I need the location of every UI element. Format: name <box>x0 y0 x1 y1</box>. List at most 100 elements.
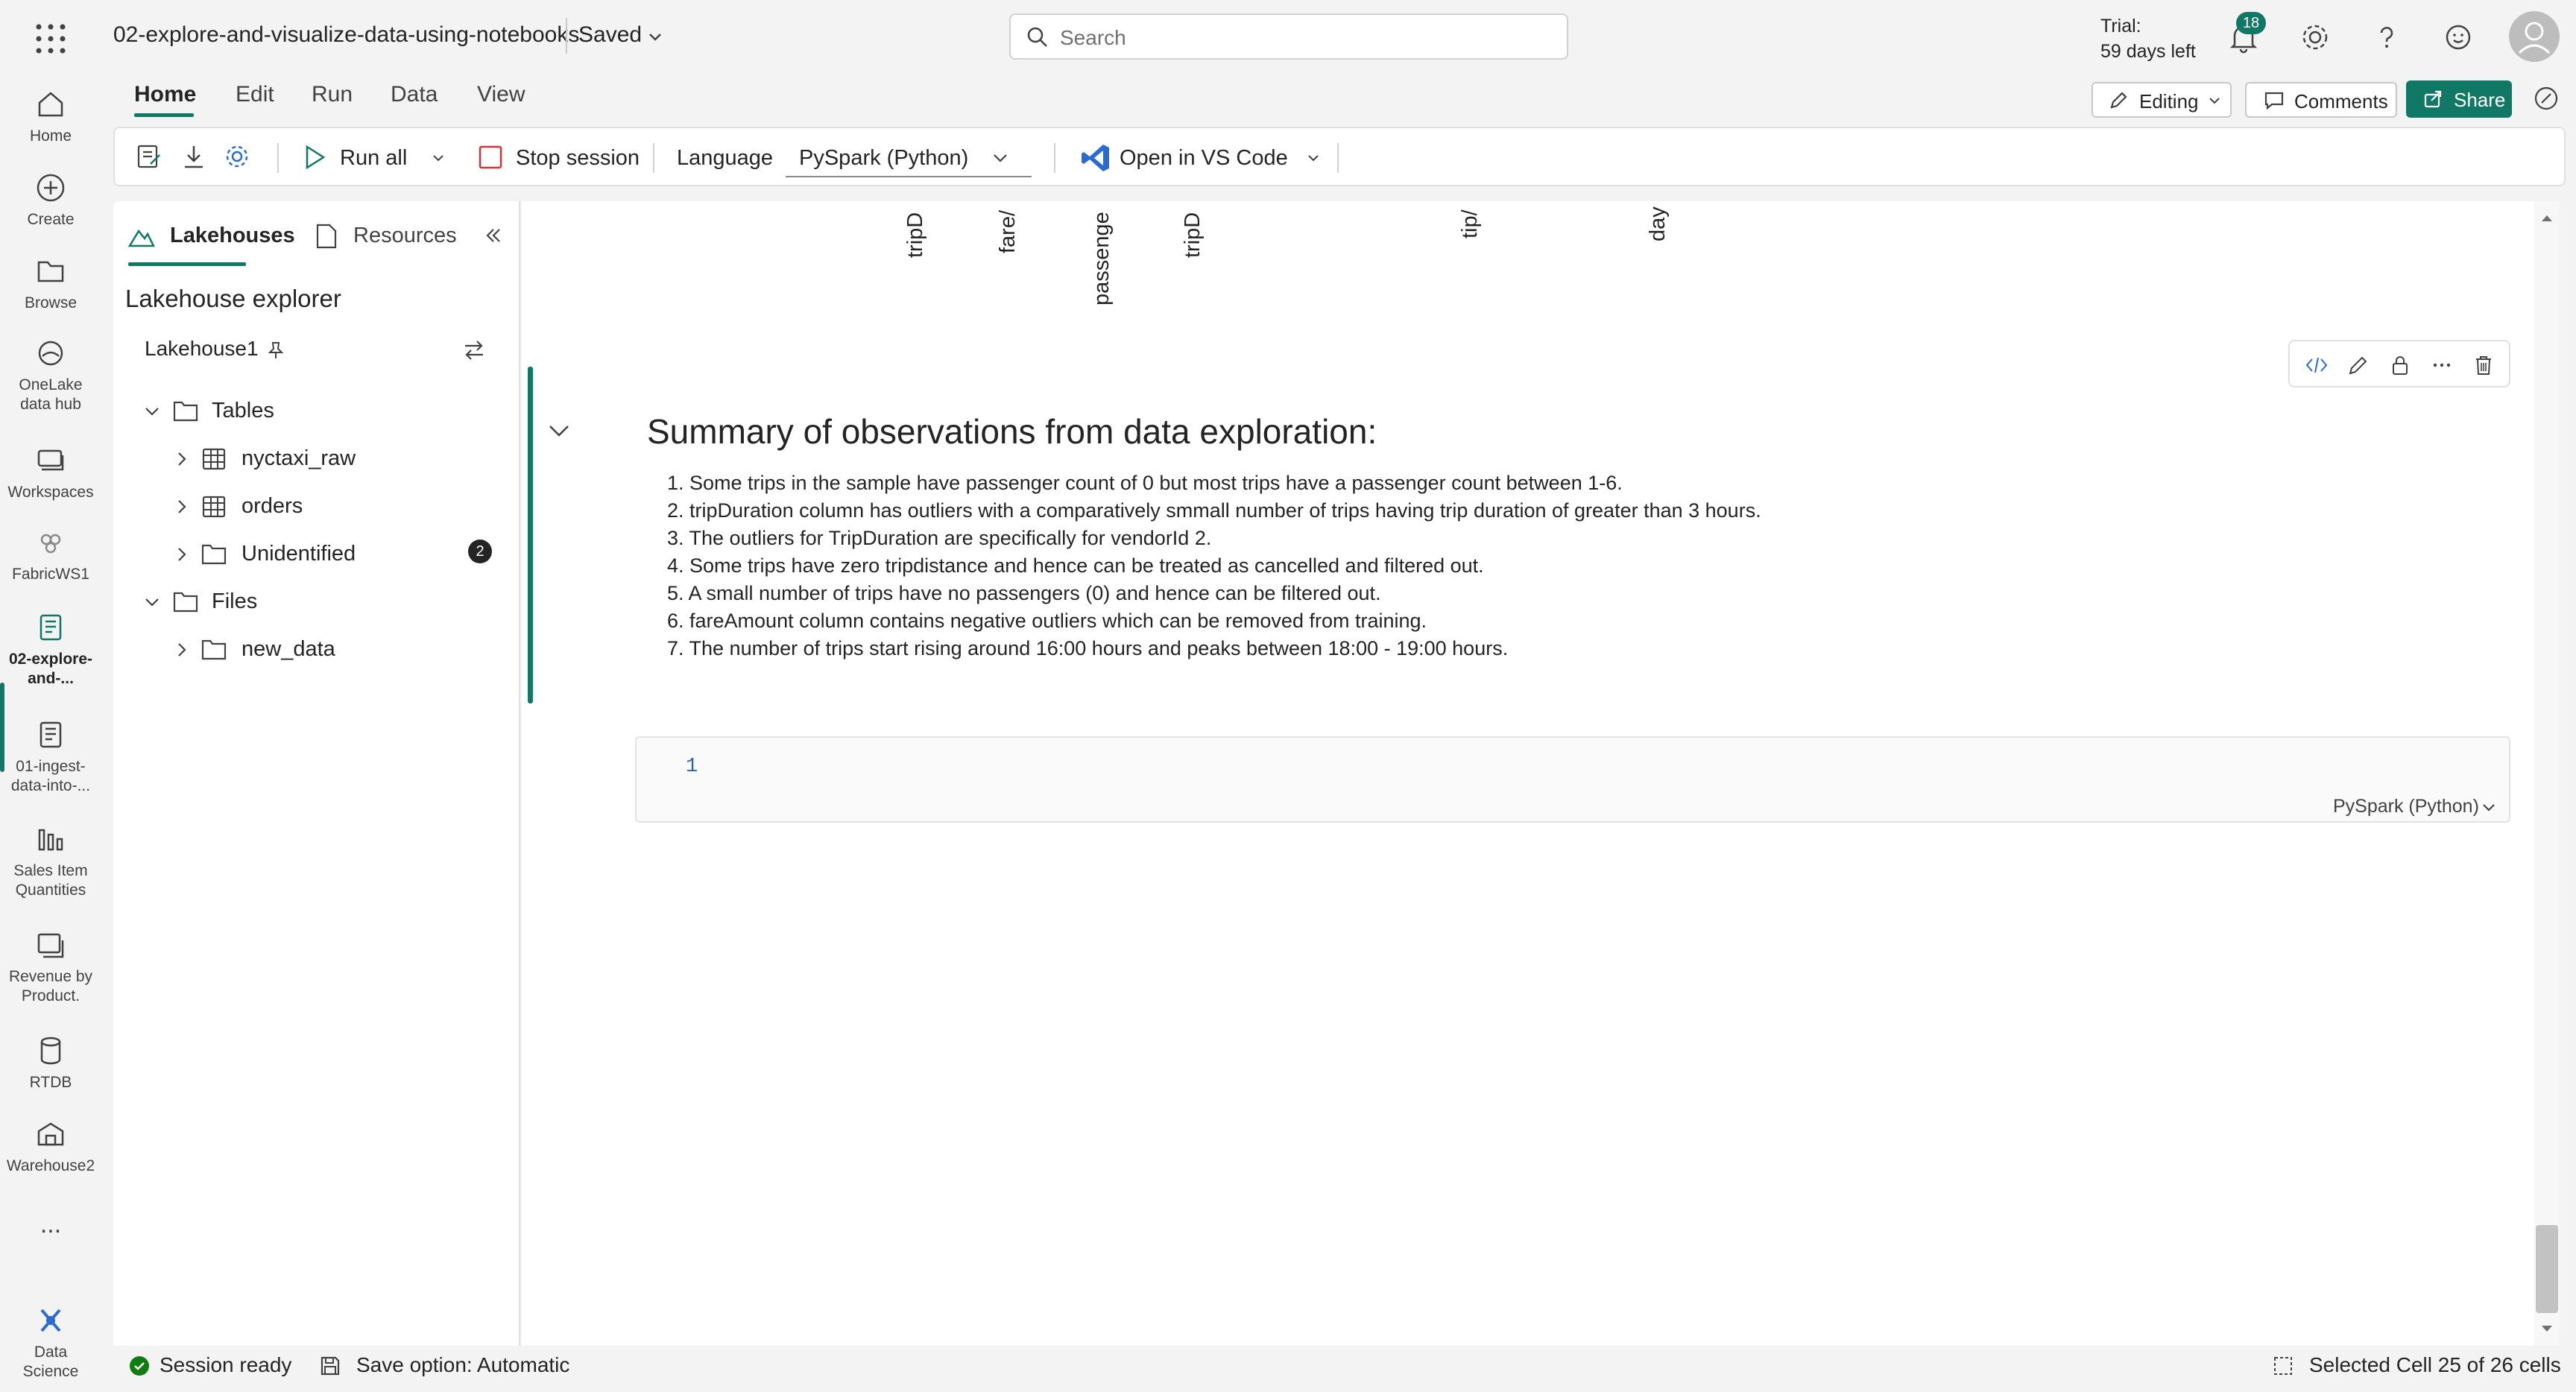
rail-item-rtdb[interactable]: RTDB <box>0 1033 101 1092</box>
rail-item-sales-item-quantities[interactable]: Sales Item Quantities <box>0 821 101 900</box>
save-option-status[interactable]: Save option: Automatic <box>356 1353 569 1377</box>
tab-lakehouses[interactable]: Lakehouses <box>170 224 295 248</box>
scroll-down-arrow-icon[interactable] <box>2539 1320 2555 1337</box>
lakehouse-name[interactable]: Lakehouse1 <box>145 337 259 361</box>
lock-icon[interactable] <box>2388 353 2412 377</box>
toolbar-divider <box>277 143 279 173</box>
chevron-down-icon[interactable] <box>1306 151 1321 165</box>
open-in-vscode-button[interactable]: Open in VS Code <box>1120 146 1288 171</box>
folder-icon <box>33 253 69 289</box>
search-box[interactable]: Search <box>1009 13 1568 60</box>
stop-icon[interactable] <box>477 143 504 171</box>
chevron-down-icon[interactable] <box>647 28 663 45</box>
switch-lakehouse-icon[interactable] <box>461 337 487 364</box>
edit-pencil-icon[interactable] <box>2346 353 2370 377</box>
tab-view[interactable]: View <box>477 82 525 107</box>
editing-mode-button[interactable]: Editing <box>2092 82 2232 118</box>
code-cell-editor[interactable]: 1 PySpark (Python) <box>635 736 2510 823</box>
scroll-up-arrow-icon[interactable] <box>2539 210 2555 227</box>
folder-icon <box>173 401 198 422</box>
avatar[interactable] <box>2509 11 2560 62</box>
collapse-cell-chevron-icon[interactable] <box>547 419 571 443</box>
share-button[interactable]: Share <box>2406 80 2512 118</box>
home-icon <box>33 86 69 122</box>
observation-item: 1. Some trips in the sample have passeng… <box>667 472 1623 494</box>
tab-run[interactable]: Run <box>312 82 353 107</box>
help-icon[interactable] <box>2369 19 2405 55</box>
gear-icon[interactable] <box>2297 19 2333 55</box>
top-header: 02-explore-and-visualize-data-using-note… <box>0 0 2576 72</box>
chevron-down-icon[interactable] <box>431 151 446 165</box>
folder-icon <box>173 592 198 613</box>
pin-icon[interactable] <box>265 340 286 361</box>
rail-item-data-science[interactable]: Data Science <box>0 1303 101 1382</box>
chevron-down-icon[interactable] <box>2481 799 2497 815</box>
rail-label: RTDB <box>29 1074 72 1091</box>
rail-item-home[interactable]: Home <box>0 86 101 146</box>
tree-label: Files <box>212 589 258 613</box>
rail-label-line2: Science <box>22 1363 79 1380</box>
tree-node-table[interactable]: orders <box>173 487 501 525</box>
tab-edit[interactable]: Edit <box>236 82 274 107</box>
more-options-icon[interactable] <box>2430 353 2454 377</box>
code-view-icon[interactable] <box>2305 353 2329 377</box>
tree-node-tables[interactable]: Tables <box>143 392 501 429</box>
language-select[interactable]: PySpark (Python) <box>786 136 1032 177</box>
fabric-ws-icon <box>33 525 69 560</box>
onelake-icon <box>33 335 69 371</box>
rail-label: FabricWS1 <box>12 566 89 583</box>
feedback-smiley-icon[interactable] <box>2440 19 2476 55</box>
expand-panel-icon[interactable] <box>2531 83 2561 113</box>
rail-item-workspaces[interactable]: Workspaces <box>0 443 101 502</box>
stop-session-button[interactable]: Stop session <box>516 146 640 171</box>
rail-item-fabricws1[interactable]: FabricWS1 <box>0 525 101 584</box>
settings-icon[interactable] <box>222 142 252 171</box>
search-icon <box>1026 25 1049 49</box>
rail-item-onelake[interactable]: OneLake data hub <box>0 335 101 414</box>
notebook-scrollbar[interactable] <box>2534 201 2560 1346</box>
session-status[interactable]: Session ready <box>160 1353 291 1377</box>
run-all-button[interactable]: Run all <box>340 146 407 171</box>
comments-label: Comments <box>2294 90 2388 113</box>
rail-label-line1: Revenue by <box>8 968 93 985</box>
editing-label: Editing <box>2139 90 2199 113</box>
saved-status[interactable]: Saved <box>578 22 642 48</box>
cell-language-selector[interactable]: PySpark (Python) <box>2333 796 2479 817</box>
rail-item-revenue-by-product[interactable]: Revenue by Product. <box>0 927 101 1006</box>
toolbar-divider <box>1337 143 1339 173</box>
download-icon[interactable] <box>179 142 209 171</box>
notebook-title[interactable]: 02-explore-and-visualize-data-using-note… <box>113 22 579 48</box>
save-notebook-icon[interactable] <box>134 142 164 171</box>
notification-count-badge: 18 <box>2236 12 2266 34</box>
scrollbar-thumb[interactable] <box>2536 1225 2558 1313</box>
delete-icon[interactable] <box>2472 353 2496 377</box>
tree-node-files[interactable]: Files <box>143 583 501 620</box>
rail-label: Warehouse2 <box>6 1157 95 1174</box>
chart-axis-label: day <box>1646 206 1670 241</box>
vscode-icon[interactable] <box>1079 142 1112 174</box>
rail-item-create[interactable]: Create <box>0 170 101 230</box>
tab-resources[interactable]: Resources <box>353 224 457 248</box>
comments-button[interactable]: Comments <box>2245 82 2397 118</box>
rail-label: Workspaces <box>7 484 94 501</box>
tab-data[interactable]: Data <box>391 82 438 107</box>
app-launcher-icon[interactable] <box>33 21 69 57</box>
tab-home[interactable]: Home <box>134 82 196 107</box>
rail-item-notebook-01[interactable]: 01-ingest- data-into-... <box>0 717 101 796</box>
trial-days-left: 59 days left <box>2100 41 2196 62</box>
rail-item-browse[interactable]: Browse <box>0 253 101 313</box>
language-value: PySpark (Python) <box>799 146 969 170</box>
tree-node-unidentified[interactable]: Unidentified <box>173 535 501 572</box>
trial-status[interactable]: Trial: 59 days left <box>2100 13 2196 64</box>
run-all-play-icon[interactable] <box>301 143 328 171</box>
tree-label: orders <box>242 494 303 518</box>
chevron-right-icon <box>178 500 186 513</box>
more-icon[interactable]: ... <box>0 1210 101 1239</box>
active-tab-indicator <box>128 262 246 266</box>
collapse-panel-icon[interactable] <box>483 225 504 246</box>
rail-item-notebook-02[interactable]: 02-explore- and-... <box>0 610 101 689</box>
table-icon <box>202 448 226 470</box>
tree-node-folder[interactable]: new_data <box>173 630 501 668</box>
rail-item-warehouse2[interactable]: Warehouse2 <box>0 1116 101 1176</box>
tree-node-table[interactable]: nyctaxi_raw <box>173 440 501 477</box>
